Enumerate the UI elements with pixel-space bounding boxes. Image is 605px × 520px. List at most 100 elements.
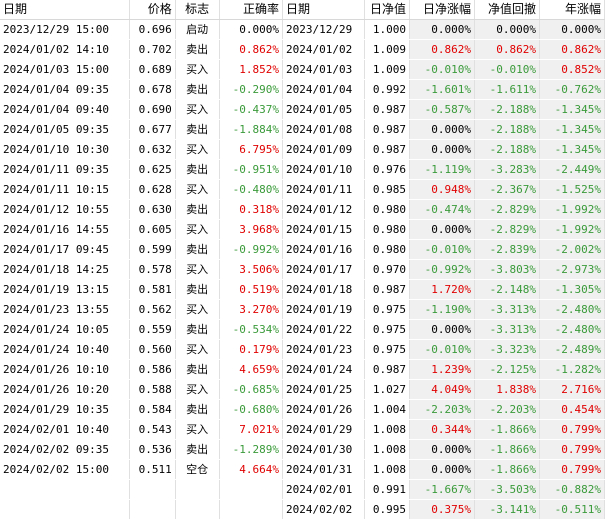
drawdown-cell[interactable]: -2.829% — [474, 199, 540, 220]
nav-value-cell[interactable]: 0.987 — [364, 139, 410, 160]
trade-time-cell[interactable]: 2024/01/24 10:40 — [0, 339, 130, 360]
trade-time-cell[interactable]: 2024/01/29 10:35 — [0, 399, 130, 420]
drawdown-cell[interactable]: -1.866% — [474, 419, 540, 440]
daily-change-cell[interactable]: 0.344% — [409, 419, 475, 440]
nav-date-cell[interactable]: 2024/01/18 — [283, 279, 365, 300]
header-date[interactable]: 日期 — [0, 0, 130, 20]
trade-accuracy-cell[interactable]: -0.685% — [219, 379, 284, 400]
trade-price-cell[interactable]: 0.588 — [129, 379, 176, 400]
trade-price-cell[interactable]: 0.690 — [129, 99, 176, 120]
nav-date-cell[interactable]: 2024/01/31 — [283, 459, 365, 480]
trade-time-cell[interactable]: 2024/01/10 10:30 — [0, 139, 130, 160]
trade-price-cell[interactable]: 0.678 — [129, 79, 176, 100]
year-change-cell[interactable]: 2.716% — [539, 379, 605, 400]
nav-value-cell[interactable]: 1.009 — [364, 59, 410, 80]
drawdown-cell[interactable]: -2.203% — [474, 399, 540, 420]
trade-price-cell[interactable]: 0.625 — [129, 159, 176, 180]
trade-price-cell[interactable]: 0.702 — [129, 39, 176, 60]
trade-time-cell[interactable]: 2024/01/04 09:40 — [0, 99, 130, 120]
trade-accuracy-cell[interactable]: -0.951% — [219, 159, 284, 180]
trade-accuracy-cell[interactable]: 4.664% — [219, 459, 284, 480]
trade-price-cell[interactable]: 0.689 — [129, 59, 176, 80]
drawdown-cell[interactable]: -2.367% — [474, 179, 540, 200]
daily-change-cell[interactable]: 0.000% — [409, 139, 475, 160]
year-change-cell[interactable]: -1.345% — [539, 99, 605, 120]
trade-mark-cell[interactable]: 卖出 — [175, 159, 220, 180]
nav-value-cell[interactable]: 0.975 — [364, 319, 410, 340]
trade-time-cell[interactable]: 2023/12/29 15:00 — [0, 19, 130, 40]
trade-time-cell[interactable]: 2024/01/05 09:35 — [0, 119, 130, 140]
trade-accuracy-cell[interactable]: -1.884% — [219, 119, 284, 140]
trade-accuracy-cell[interactable]: 1.852% — [219, 59, 284, 80]
trade-price-cell[interactable]: 0.630 — [129, 199, 176, 220]
year-change-cell[interactable]: -2.489% — [539, 339, 605, 360]
year-change-cell[interactable]: -2.002% — [539, 239, 605, 260]
trade-mark-cell[interactable]: 买入 — [175, 219, 220, 240]
empty-cell[interactable] — [129, 499, 176, 520]
trade-price-cell[interactable]: 0.511 — [129, 459, 176, 480]
trade-accuracy-cell[interactable]: -0.534% — [219, 319, 284, 340]
header-price[interactable]: 价格 — [129, 0, 176, 20]
trade-price-cell[interactable]: 0.696 — [129, 19, 176, 40]
drawdown-cell[interactable]: -2.188% — [474, 99, 540, 120]
drawdown-cell[interactable]: -3.323% — [474, 339, 540, 360]
trade-accuracy-cell[interactable]: 3.968% — [219, 219, 284, 240]
empty-cell[interactable] — [0, 499, 130, 520]
daily-change-cell[interactable]: -1.601% — [409, 79, 475, 100]
nav-date-cell[interactable]: 2023/12/29 — [283, 19, 365, 40]
daily-change-cell[interactable]: -1.190% — [409, 299, 475, 320]
nav-value-cell[interactable]: 0.985 — [364, 179, 410, 200]
nav-date-cell[interactable]: 2024/01/04 — [283, 79, 365, 100]
daily-change-cell[interactable]: 0.000% — [409, 319, 475, 340]
year-change-cell[interactable]: 0.799% — [539, 419, 605, 440]
drawdown-cell[interactable]: -1.611% — [474, 79, 540, 100]
year-change-cell[interactable]: -0.882% — [539, 479, 605, 500]
empty-cell[interactable] — [129, 479, 176, 500]
year-change-cell[interactable]: -2.480% — [539, 319, 605, 340]
daily-change-cell[interactable]: -0.010% — [409, 339, 475, 360]
trade-accuracy-cell[interactable]: 6.795% — [219, 139, 284, 160]
year-change-cell[interactable]: -0.762% — [539, 79, 605, 100]
daily-change-cell[interactable]: 0.000% — [409, 459, 475, 480]
drawdown-cell[interactable]: -3.503% — [474, 479, 540, 500]
nav-value-cell[interactable]: 1.008 — [364, 419, 410, 440]
trade-time-cell[interactable]: 2024/01/18 14:25 — [0, 259, 130, 280]
drawdown-cell[interactable]: 0.000% — [474, 19, 540, 40]
trade-accuracy-cell[interactable]: -0.480% — [219, 179, 284, 200]
trade-time-cell[interactable]: 2024/01/23 13:55 — [0, 299, 130, 320]
nav-value-cell[interactable]: 0.980 — [364, 239, 410, 260]
nav-value-cell[interactable]: 0.995 — [364, 499, 410, 520]
nav-date-cell[interactable]: 2024/01/19 — [283, 299, 365, 320]
trade-accuracy-cell[interactable]: 3.506% — [219, 259, 284, 280]
trade-mark-cell[interactable]: 卖出 — [175, 279, 220, 300]
nav-date-cell[interactable]: 2024/01/15 — [283, 219, 365, 240]
year-change-cell[interactable]: -1.992% — [539, 199, 605, 220]
header-year-change[interactable]: 年涨幅 — [539, 0, 605, 20]
header-mark[interactable]: 标志 — [175, 0, 220, 20]
empty-cell[interactable] — [175, 499, 220, 520]
drawdown-cell[interactable]: 1.838% — [474, 379, 540, 400]
daily-change-cell[interactable]: -0.474% — [409, 199, 475, 220]
empty-cell[interactable] — [219, 499, 284, 520]
trade-time-cell[interactable]: 2024/02/02 15:00 — [0, 459, 130, 480]
trade-price-cell[interactable]: 0.578 — [129, 259, 176, 280]
year-change-cell[interactable]: -1.305% — [539, 279, 605, 300]
trade-accuracy-cell[interactable]: 4.659% — [219, 359, 284, 380]
drawdown-cell[interactable]: -0.010% — [474, 59, 540, 80]
nav-value-cell[interactable]: 1.004 — [364, 399, 410, 420]
trade-mark-cell[interactable]: 买入 — [175, 59, 220, 80]
year-change-cell[interactable]: -1.992% — [539, 219, 605, 240]
nav-value-cell[interactable]: 0.991 — [364, 479, 410, 500]
trade-mark-cell[interactable]: 卖出 — [175, 359, 220, 380]
trade-mark-cell[interactable]: 卖出 — [175, 319, 220, 340]
daily-change-cell[interactable]: -1.119% — [409, 159, 475, 180]
trade-price-cell[interactable]: 0.562 — [129, 299, 176, 320]
trade-mark-cell[interactable]: 买入 — [175, 139, 220, 160]
nav-date-cell[interactable]: 2024/01/05 — [283, 99, 365, 120]
drawdown-cell[interactable]: -2.839% — [474, 239, 540, 260]
trade-price-cell[interactable]: 0.605 — [129, 219, 176, 240]
year-change-cell[interactable]: -1.525% — [539, 179, 605, 200]
nav-date-cell[interactable]: 2024/01/08 — [283, 119, 365, 140]
trade-price-cell[interactable]: 0.584 — [129, 399, 176, 420]
daily-change-cell[interactable]: 0.862% — [409, 39, 475, 60]
